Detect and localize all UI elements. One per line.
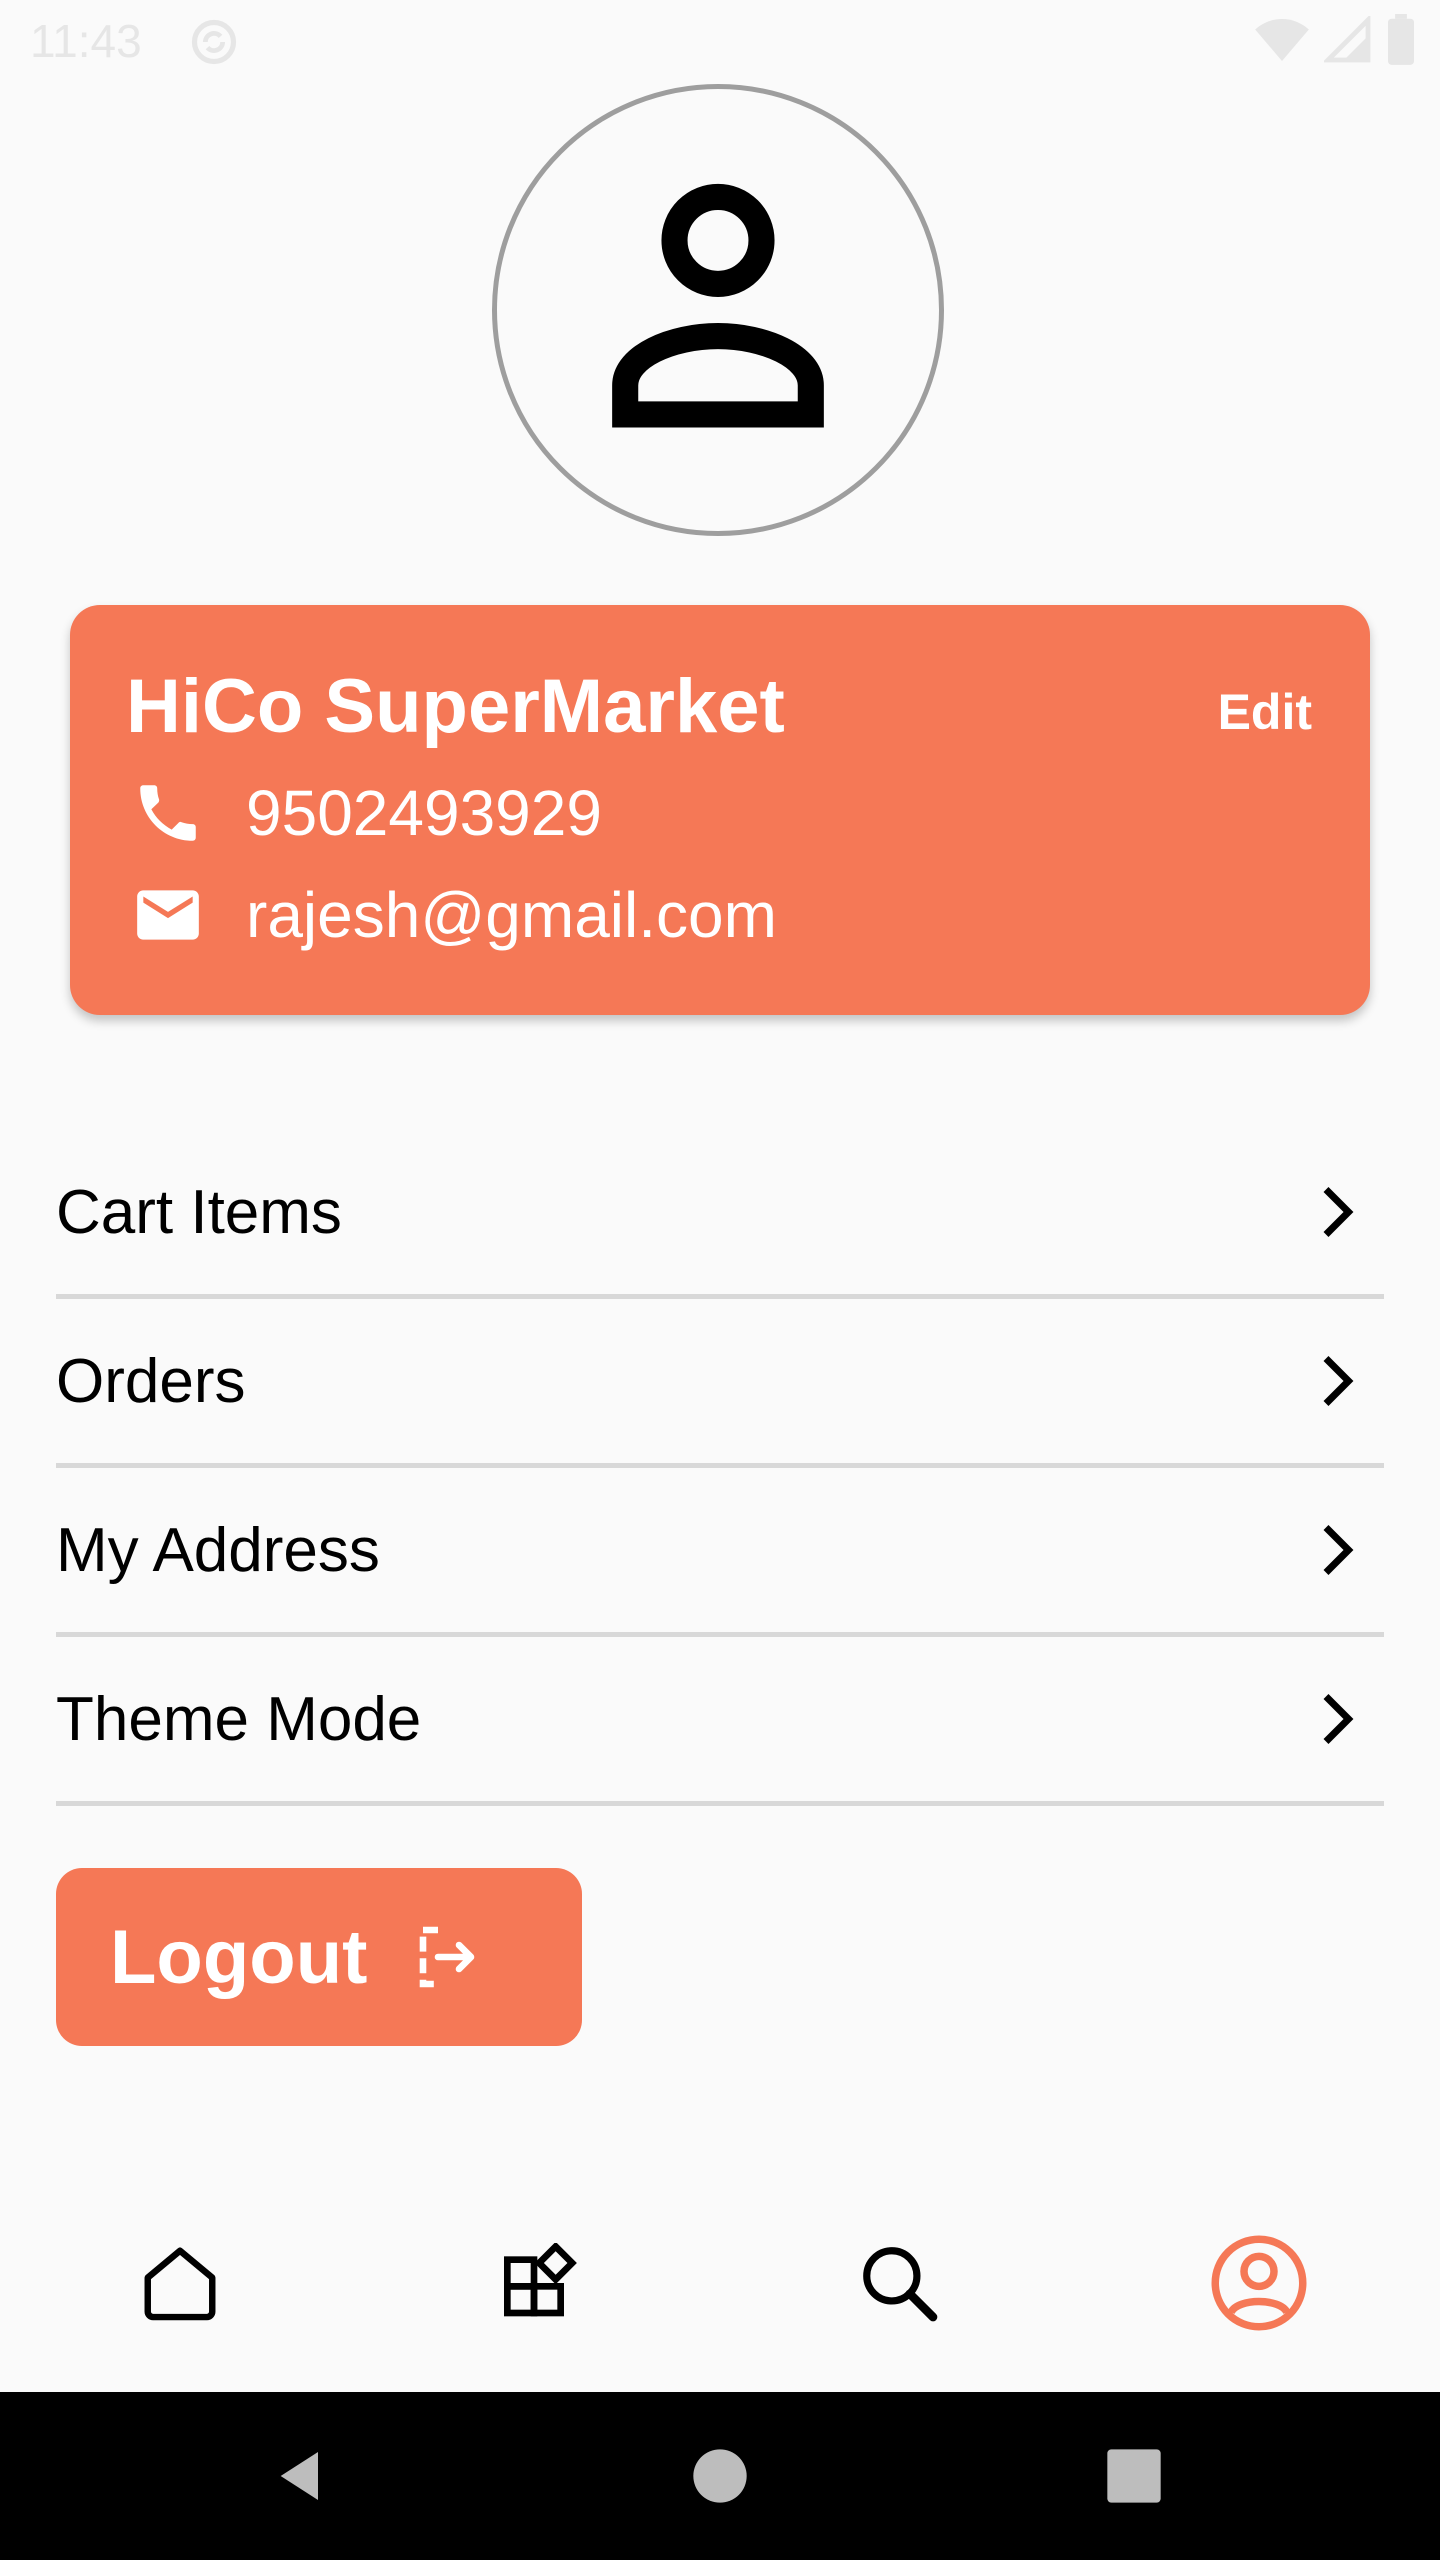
- categories-icon: [503, 2243, 577, 2317]
- logout-icon: [420, 1926, 475, 1988]
- email-row: rajesh@gmail.com: [130, 877, 777, 953]
- status-time: 11:43: [30, 15, 142, 67]
- phone-row: 9502493929: [130, 775, 602, 851]
- mail-icon: [130, 877, 206, 953]
- chevron-right-icon: [1323, 1356, 1354, 1406]
- home-circle-icon[interactable]: [688, 2444, 752, 2508]
- battery-icon: [1388, 14, 1414, 65]
- menu-item-label: My Address: [56, 1515, 380, 1585]
- wifi-icon: [1255, 19, 1309, 61]
- store-name: HiCo SuperMarket: [126, 664, 785, 749]
- menu-item-my-address[interactable]: My Address: [56, 1468, 1384, 1637]
- edit-button[interactable]: Edit: [1218, 683, 1312, 741]
- email-address: rajesh@gmail.com: [246, 879, 777, 951]
- person-icon: [612, 183, 824, 428]
- bottom-nav: [0, 2190, 1440, 2390]
- chevron-right-icon: [1323, 1694, 1354, 1744]
- nav-home[interactable]: [125, 2228, 235, 2338]
- nav-search[interactable]: [844, 2228, 954, 2338]
- status-bar: 11:43: [0, 0, 1440, 84]
- chevron-right-icon: [1323, 1187, 1354, 1237]
- menu-item-label: Theme Mode: [56, 1684, 422, 1754]
- profile-icon: [1211, 2235, 1307, 2331]
- menu-item-orders[interactable]: Orders: [56, 1299, 1384, 1468]
- menu-item-theme-mode[interactable]: Theme Mode: [56, 1637, 1384, 1806]
- signal-icon: [1324, 16, 1371, 63]
- menu-item-cart-items[interactable]: Cart Items: [56, 1130, 1384, 1299]
- logout-button[interactable]: Logout: [56, 1868, 582, 2046]
- chevron-right-icon: [1323, 1525, 1354, 1575]
- menu-item-label: Cart Items: [56, 1177, 342, 1247]
- logout-label: Logout: [110, 1914, 368, 2000]
- recents-icon[interactable]: [1102, 2444, 1166, 2508]
- search-icon: [863, 2247, 938, 2322]
- menu-list: Cart Items Orders My Address Theme Mode: [56, 1130, 1384, 1806]
- nav-categories[interactable]: [484, 2228, 594, 2338]
- sync-icon: [191, 19, 237, 65]
- nav-profile[interactable]: [1204, 2228, 1314, 2338]
- back-icon[interactable]: [270, 2444, 334, 2508]
- avatar[interactable]: [492, 84, 944, 536]
- phone-icon: [130, 775, 206, 851]
- phone-number: 9502493929: [246, 777, 602, 849]
- menu-item-label: Orders: [56, 1346, 246, 1416]
- system-nav-bar: [0, 2392, 1440, 2560]
- profile-card: HiCo SuperMarket Edit 9502493929 rajesh@…: [70, 605, 1370, 1015]
- home-icon: [144, 2247, 216, 2321]
